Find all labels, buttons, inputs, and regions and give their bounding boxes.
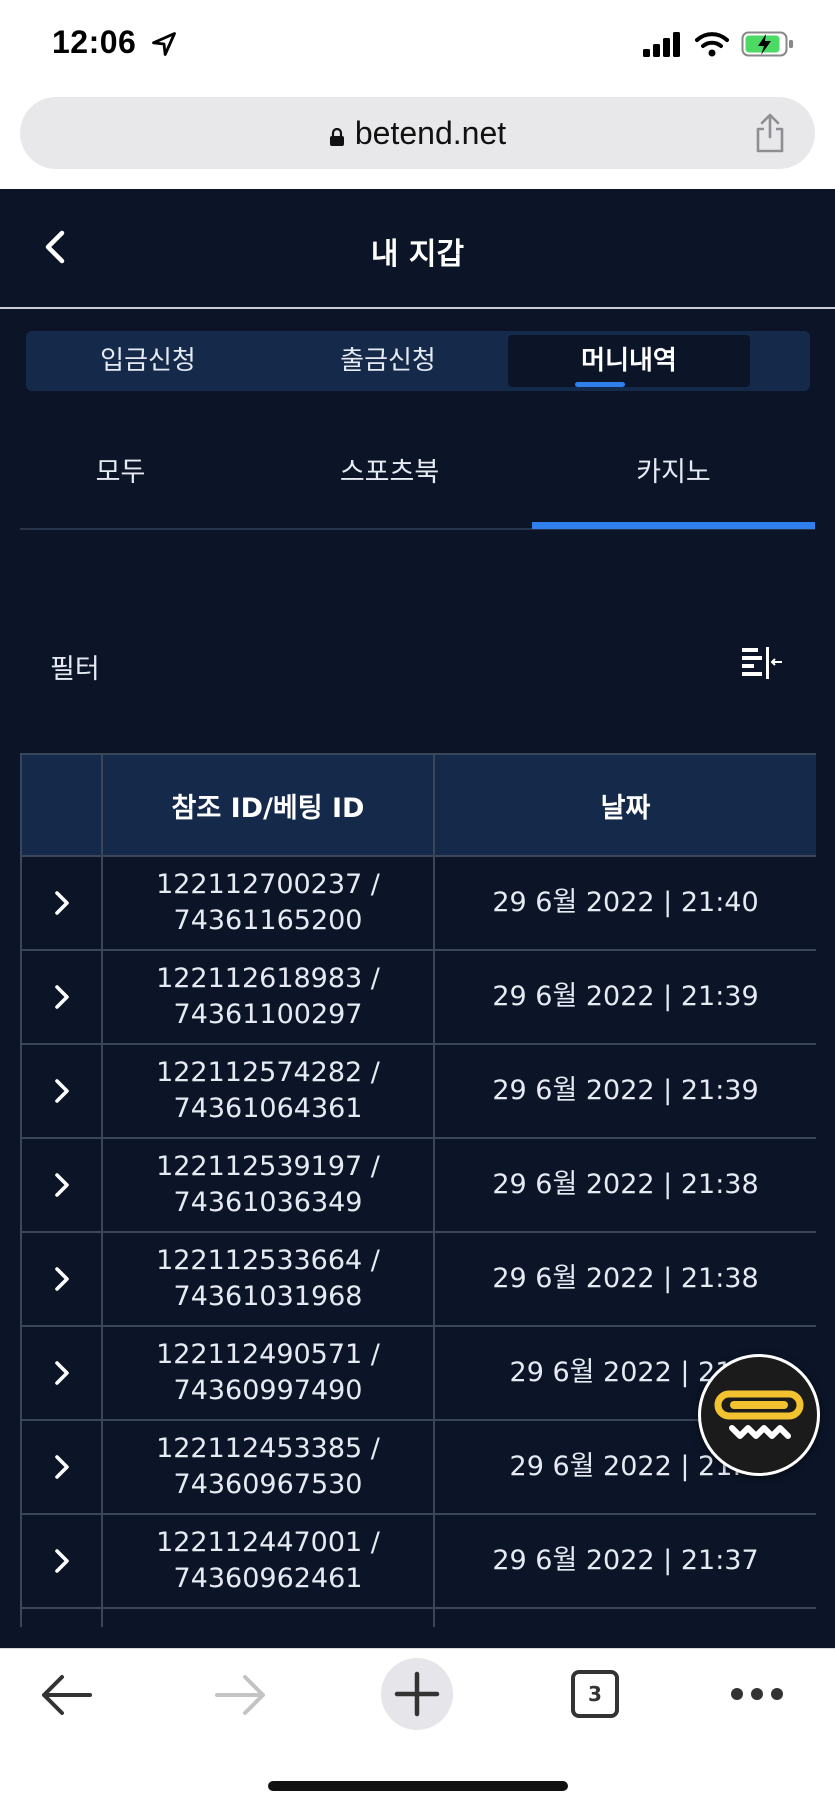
reference-id: 122112490571 / xyxy=(156,1339,380,1370)
expand-cell[interactable] xyxy=(20,949,103,1045)
bet-id: 74361036349 xyxy=(173,1187,363,1218)
date-cell: 29 6월 2022 | 21:38 xyxy=(433,1231,816,1327)
plus-icon xyxy=(394,1671,440,1717)
table-header-row: 참조 ID/베팅 ID 날짜 xyxy=(20,753,816,857)
header-divider xyxy=(0,307,835,309)
url-text: betend.net xyxy=(354,115,507,151)
reference-id: 122112533664 / xyxy=(156,1245,380,1276)
reference-id: 122112539197 / xyxy=(156,1151,380,1182)
chevron-right-icon[interactable] xyxy=(53,983,71,1011)
wallet-tabs: 입금신청 출금신청 머니내역 xyxy=(26,331,810,391)
date-cell: 29 6월 2022 | 21:39 xyxy=(433,949,816,1045)
tab-deposit[interactable]: 입금신청 xyxy=(27,335,269,387)
date-cell: 29 6월 2022 | 21:38 xyxy=(433,1137,816,1233)
table-row[interactable] xyxy=(20,1607,816,1627)
table-row[interactable]: 122112447001 / 74360962461 29 6월 2022 | 21… xyxy=(20,1513,816,1609)
browser-address-area: betend.net xyxy=(0,92,835,189)
floating-chat-button[interactable] xyxy=(698,1354,820,1476)
ref-bet-id-cell: 122112618983 / 74361100297 xyxy=(101,949,435,1045)
reference-id: 122112447001 / xyxy=(156,1527,380,1558)
forward-arrow-icon[interactable] xyxy=(213,1671,269,1719)
expand-cell[interactable] xyxy=(20,1419,103,1515)
ref-bet-id-cell: 122112453385 / 74360967530 xyxy=(101,1419,435,1515)
date-cell xyxy=(433,1607,816,1627)
tab-sportsbook[interactable]: 스포츠북 xyxy=(257,450,522,489)
reference-id: 122112618983 / xyxy=(156,963,380,994)
address-bar[interactable]: betend.net xyxy=(20,97,815,169)
ref-bet-id-cell: 122112574282 / 74361064361 xyxy=(101,1043,435,1139)
ref-bet-id-cell: 122112539197 / 74361036349 xyxy=(101,1137,435,1233)
date-cell: 29 6월 2022 | 21:40 xyxy=(433,855,816,951)
table-row[interactable]: 122112539197 / 74361036349 29 6월 2022 | 21… xyxy=(20,1137,816,1233)
column-header-ref-id: 참조 ID/베팅 ID xyxy=(101,753,435,857)
location-arrow-icon xyxy=(152,32,176,56)
tab-casino[interactable]: 카지노 xyxy=(541,450,806,489)
bet-id: 74360962461 xyxy=(173,1563,363,1594)
bet-id: 74361064361 xyxy=(173,1093,363,1124)
ref-bet-id-cell: 122112700237 / 74361165200 xyxy=(101,855,435,951)
active-subtab-indicator xyxy=(532,522,815,529)
expand-cell[interactable] xyxy=(20,1231,103,1327)
expand-cell[interactable] xyxy=(20,1513,103,1609)
column-header-expand xyxy=(20,753,103,857)
bet-id: 74360967530 xyxy=(173,1469,363,1500)
bet-id: 74361165200 xyxy=(173,905,363,936)
bet-id: 74361031968 xyxy=(173,1281,363,1312)
column-header-date: 날짜 xyxy=(433,753,816,857)
new-tab-button[interactable] xyxy=(381,1658,453,1730)
tab-all[interactable]: 모두 xyxy=(0,450,253,489)
tabs-button[interactable]: 3 xyxy=(571,1670,619,1718)
lock-icon xyxy=(329,128,344,146)
chevron-right-icon[interactable] xyxy=(53,1359,71,1387)
date-cell: 29 6월 2022 | 21:39 xyxy=(433,1043,816,1139)
browser-toolbar: 3 xyxy=(0,1648,835,1807)
expand-cell[interactable] xyxy=(20,1607,103,1627)
page-title: 내 지갑 xyxy=(370,237,465,272)
active-tab-indicator xyxy=(575,382,625,387)
chevron-right-icon[interactable] xyxy=(53,889,71,917)
category-tabs: 모두 스포츠북 카지노 xyxy=(20,420,815,530)
filter-collapse-icon[interactable] xyxy=(740,645,784,681)
table-row[interactable]: 122112618983 / 74361100297 29 6월 2022 | 21… xyxy=(20,949,816,1045)
expand-cell[interactable] xyxy=(20,1325,103,1421)
bet-id: 74360997490 xyxy=(173,1375,363,1406)
expand-cell[interactable] xyxy=(20,1043,103,1139)
tab-withdraw[interactable]: 출금신청 xyxy=(267,335,509,387)
reference-id: 122112700237 / xyxy=(156,869,380,900)
table-row[interactable]: 122112533664 / 74361031968 29 6월 2022 | 21… xyxy=(20,1231,816,1327)
chevron-right-icon[interactable] xyxy=(53,1453,71,1481)
more-menu-icon[interactable] xyxy=(730,1687,784,1701)
tab-money-history[interactable]: 머니내역 xyxy=(508,335,750,387)
battery-charging-icon xyxy=(741,31,793,57)
cellular-signal-icon xyxy=(643,32,680,57)
home-indicator xyxy=(268,1781,568,1791)
page-header: 내 지갑 xyxy=(0,189,835,309)
ref-bet-id-cell xyxy=(101,1607,435,1627)
status-time: 12:06 xyxy=(52,24,137,60)
table-row[interactable]: 122112490571 /74360997490 29 6월 2022 | 21… xyxy=(20,1325,816,1421)
history-table: 참조 ID/베팅 ID 날짜 122112700237 / 74361165200… xyxy=(20,753,816,1627)
back-arrow-icon[interactable] xyxy=(38,1671,94,1719)
bet-id: 74361100297 xyxy=(173,999,363,1030)
mascot-logo-icon xyxy=(714,1390,804,1439)
ref-bet-id-cell: 122112533664 / 74361031968 xyxy=(101,1231,435,1327)
expand-cell[interactable] xyxy=(20,855,103,951)
filter-label: 필터 xyxy=(50,654,100,685)
ref-bet-id-cell: 122112447001 / 74360962461 xyxy=(101,1513,435,1609)
expand-cell[interactable] xyxy=(20,1137,103,1233)
status-bar: 12:06 xyxy=(0,0,835,92)
reference-id: 122112453385 / xyxy=(156,1433,380,1464)
reference-id: 122112574282 / xyxy=(156,1057,380,1088)
date-cell: 29 6월 2022 | 21:37 xyxy=(433,1513,816,1609)
chevron-right-icon[interactable] xyxy=(53,1547,71,1575)
chevron-right-icon[interactable] xyxy=(53,1077,71,1105)
table-row[interactable]: 122112453385 /74360967530 29 6월 2022 | 21… xyxy=(20,1419,816,1515)
ref-bet-id-cell: 122112490571 / 74360997490 xyxy=(101,1325,435,1421)
chevron-right-icon[interactable] xyxy=(53,1265,71,1293)
chevron-right-icon[interactable] xyxy=(53,1171,71,1199)
share-icon[interactable] xyxy=(753,113,787,153)
table-row[interactable]: 122112700237 / 74361165200 29 6월 2022 | 21… xyxy=(20,855,816,951)
table-row[interactable]: 122112574282 / 74361064361 29 6월 2022 | 21… xyxy=(20,1043,816,1139)
wifi-icon xyxy=(695,32,729,57)
